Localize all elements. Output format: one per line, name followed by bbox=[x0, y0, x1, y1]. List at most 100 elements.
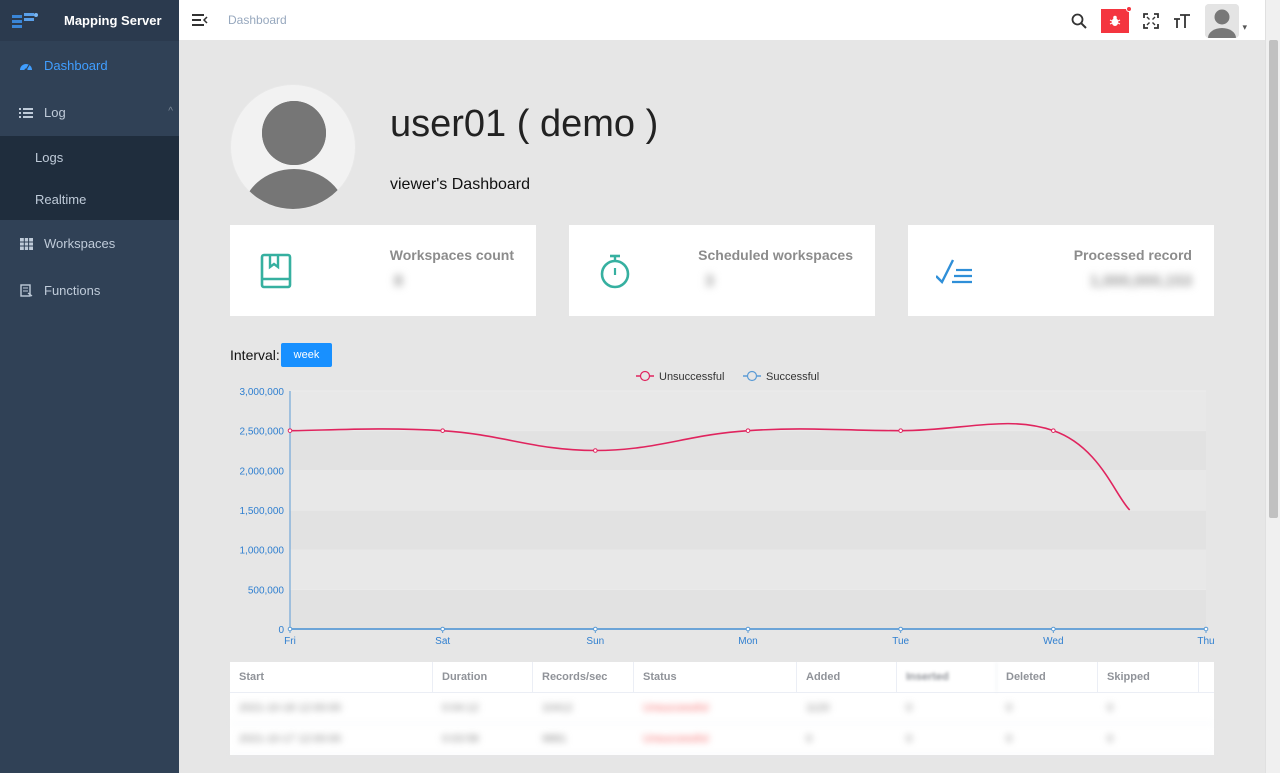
sidebar-item-workspaces[interactable]: Workspaces bbox=[0, 220, 179, 267]
app-title: Mapping Server bbox=[64, 13, 162, 28]
log-table: Start Duration Records/sec Status Added Inser… bbox=[230, 662, 1214, 755]
card-value: 8 bbox=[394, 273, 403, 290]
card-label: Processed record bbox=[1073, 247, 1192, 263]
card-scheduled-workspaces[interactable]: Scheduled workspaces 3 bbox=[569, 225, 875, 316]
sidebar: Mapping Server Dashboard Log ^ Logs Real… bbox=[0, 0, 179, 773]
table-cell: Unsuccessful bbox=[643, 733, 709, 745]
table-cell: 0 bbox=[1006, 733, 1013, 745]
x-tick-label: Tue bbox=[892, 636, 909, 647]
table-cell: 0:04:12 bbox=[442, 702, 479, 714]
data-point bbox=[745, 626, 751, 632]
top-navbar: Dashboard ▾ bbox=[179, 0, 1265, 41]
breadcrumb[interactable]: Dashboard bbox=[228, 13, 287, 27]
document-icon bbox=[19, 284, 33, 298]
card-value: 1,000,000,153 bbox=[1089, 273, 1192, 290]
sidebar-item-log[interactable]: Log ^ bbox=[0, 89, 179, 136]
table-cell: 0:03:58 bbox=[442, 733, 479, 745]
table-cell: 0 bbox=[906, 702, 913, 714]
legend-label: Successful bbox=[766, 371, 819, 383]
grid-icon bbox=[19, 237, 33, 251]
avatar bbox=[1205, 3, 1240, 38]
search-icon[interactable] bbox=[1071, 13, 1088, 29]
data-point bbox=[898, 626, 903, 632]
x-tick-label: Mon bbox=[738, 636, 757, 647]
card-label: Scheduled workspaces bbox=[698, 247, 853, 263]
profile-name: user01 ( demo ) bbox=[390, 103, 659, 145]
column-header[interactable]: Status bbox=[634, 662, 797, 692]
table-cell: Unsuccessful bbox=[643, 702, 709, 714]
sidebar-item-logs[interactable]: Logs bbox=[0, 136, 179, 178]
column-header[interactable]: Duration bbox=[433, 662, 533, 692]
legend-marker bbox=[746, 370, 758, 382]
x-tick-label: Wed bbox=[1043, 636, 1063, 647]
table-cell: 1120 bbox=[806, 702, 830, 714]
stopwatch-icon bbox=[597, 251, 637, 291]
table-row[interactable]: 2021-10-18 12:00:00 0:04:12 10412 Unsuccess… bbox=[230, 693, 1214, 724]
table-cell: 0 bbox=[1006, 702, 1013, 714]
vertical-scrollbar[interactable] bbox=[1265, 0, 1280, 773]
sidebar-item-label: Dashboard bbox=[44, 58, 108, 73]
y-tick-label: 500,000 bbox=[248, 585, 285, 596]
x-tick-label: Sat bbox=[435, 636, 450, 647]
hamburger-icon[interactable] bbox=[192, 13, 208, 27]
column-header[interactable]: Records/sec bbox=[533, 662, 634, 692]
user-menu[interactable]: ▾ bbox=[1205, 3, 1247, 38]
data-point bbox=[593, 448, 598, 453]
scrollbar-thumb[interactable] bbox=[1269, 40, 1278, 518]
sidebar-item-label: Logs bbox=[35, 149, 64, 165]
data-point bbox=[1051, 626, 1056, 632]
table-cell: 9881 bbox=[542, 733, 567, 745]
table-row[interactable]: 2021-10-17 12:00:00 0:03:58 9881 Unsuccessf… bbox=[230, 724, 1214, 755]
dashboard-content: user01 ( demo ) viewer's Dashboard Works… bbox=[179, 41, 1265, 773]
sidebar-item-dashboard[interactable]: Dashboard bbox=[0, 42, 179, 89]
bug-icon bbox=[1101, 5, 1133, 33]
data-point bbox=[440, 626, 445, 632]
x-tick-label: Sun bbox=[586, 636, 604, 647]
x-tick-label: Fri bbox=[284, 636, 296, 647]
column-header[interactable]: Added bbox=[797, 662, 897, 692]
brand[interactable]: Mapping Server bbox=[0, 0, 179, 41]
y-tick-label: 3,000,000 bbox=[240, 387, 285, 398]
header-actions: ▾ bbox=[1057, 0, 1247, 41]
column-header[interactable]: Start bbox=[230, 662, 433, 692]
data-point bbox=[593, 626, 598, 632]
x-tick-label: Thu bbox=[1197, 636, 1214, 647]
sidebar-item-label: Realtime bbox=[35, 191, 87, 207]
data-point bbox=[287, 428, 293, 433]
card-label: Workspaces count bbox=[389, 247, 514, 263]
y-tick-label: 2,500,000 bbox=[240, 427, 285, 438]
table-cell: 10412 bbox=[542, 702, 573, 714]
y-tick-label: 0 bbox=[278, 625, 284, 636]
sidebar-item-realtime[interactable]: Realtime bbox=[0, 178, 179, 220]
legend-marker bbox=[639, 370, 651, 382]
bug-report-button[interactable] bbox=[1101, 5, 1133, 33]
grid-band bbox=[290, 470, 1206, 510]
table-cell: 0 bbox=[806, 733, 813, 745]
notification-dot bbox=[1126, 5, 1133, 12]
data-point bbox=[1051, 428, 1056, 433]
legend-label: Unsuccessful bbox=[659, 371, 724, 383]
book-icon bbox=[258, 251, 298, 291]
grid-band bbox=[290, 510, 1206, 550]
data-point bbox=[440, 428, 445, 433]
records-line-chart: 0 500,000 1,000,000 1,500,000 2,000,000 2,500… bbox=[240, 370, 1215, 647]
column-header[interactable]: Skipped bbox=[1098, 662, 1199, 692]
server-logo-icon bbox=[10, 11, 46, 31]
card-workspaces-count[interactable]: Workspaces count 8 bbox=[230, 225, 536, 316]
table-header: Start Duration Records/sec Status Added Inser… bbox=[230, 662, 1214, 693]
sidebar-item-functions[interactable]: Functions bbox=[0, 267, 179, 314]
data-point bbox=[1203, 626, 1209, 632]
y-tick-label: 1,500,000 bbox=[240, 506, 285, 517]
font-size-icon[interactable] bbox=[1173, 13, 1191, 29]
chevron-up-icon: ^ bbox=[168, 106, 173, 117]
data-point bbox=[898, 428, 903, 433]
list-icon bbox=[19, 106, 33, 120]
profile-avatar bbox=[230, 84, 356, 210]
sidebar-item-label: Functions bbox=[44, 283, 101, 298]
table-body: 2021-10-18 12:00:00 0:04:12 10412 Unsuccess… bbox=[230, 693, 1214, 755]
column-header[interactable]: Deleted bbox=[997, 662, 1098, 692]
fullscreen-icon[interactable] bbox=[1143, 12, 1160, 29]
data-point bbox=[287, 626, 293, 632]
column-header[interactable]: Inserted bbox=[897, 662, 997, 692]
card-processed-record[interactable]: Processed record 1,000,000,153 bbox=[908, 225, 1214, 316]
